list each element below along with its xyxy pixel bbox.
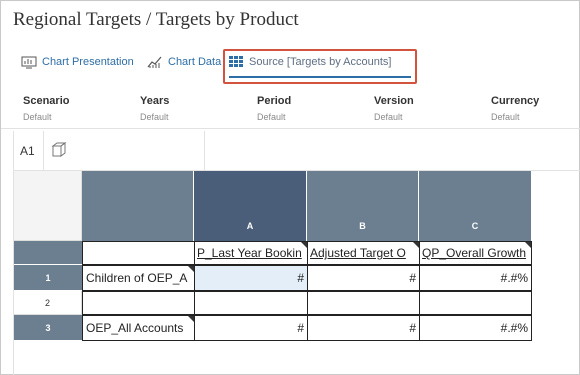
row-member-cell[interactable] — [82, 291, 195, 315]
data-cell-c2[interactable] — [419, 291, 532, 315]
pov-value: Default — [374, 112, 403, 122]
pov-period[interactable]: Period Default — [257, 95, 291, 122]
column-member-cell[interactable]: QP_Overall Growth — [419, 241, 532, 265]
pov-label: Scenario — [23, 95, 70, 107]
data-cell-c3[interactable]: #.#% — [419, 315, 532, 341]
data-cell-a3[interactable]: # — [194, 315, 308, 341]
selected-tab-indicator — [229, 76, 411, 78]
pov-label: Currency — [491, 95, 540, 107]
pov-value: Default — [23, 112, 52, 122]
page-title: Regional Targets / Targets by Product — [13, 9, 299, 30]
tab-source[interactable]: Source [Targets by Accounts] — [228, 47, 391, 77]
pov-label: Period — [257, 95, 292, 107]
window-frame: Regional Targets / Targets by Product Ch… — [0, 0, 580, 375]
pov-value: Default — [491, 112, 520, 122]
data-cell-c1[interactable]: #.#% — [419, 265, 532, 291]
divider — [43, 131, 44, 171]
row-header-1[interactable]: 1 — [14, 265, 82, 291]
pov-version[interactable]: Version Default — [374, 95, 414, 122]
header-cell-blank[interactable] — [82, 241, 195, 265]
row-header-3[interactable]: 3 — [14, 315, 82, 341]
row-member-cell[interactable]: OEP_All Accounts — [82, 315, 195, 341]
data-cell-b1[interactable]: # — [307, 265, 420, 291]
pov-scenario[interactable]: Scenario Default — [23, 95, 69, 122]
tab-chart-data[interactable]: Chart Data — [147, 47, 221, 77]
tab-label: Chart Data — [168, 56, 222, 68]
column-member-cell[interactable]: P_Last Year Bookin — [194, 241, 308, 265]
tab-chart-presentation[interactable]: Chart Presentation — [21, 47, 134, 77]
data-cell-a1[interactable]: # — [194, 265, 308, 291]
row-header-blank — [14, 241, 82, 265]
pov-currency[interactable]: Currency Default — [491, 95, 539, 122]
row-dimension-header — [82, 171, 194, 241]
pov-label: Version — [374, 95, 414, 107]
data-cell-a2[interactable] — [194, 291, 308, 315]
spreadsheet-grid: A B C P_Last Year Bookin Adjusted Target… — [13, 171, 580, 375]
pov-bar: Scenario Default Years Default Period De… — [1, 91, 580, 129]
pov-years[interactable]: Years Default — [140, 95, 169, 122]
pov-value: Default — [257, 112, 286, 122]
column-member-cell[interactable]: Adjusted Target O — [307, 241, 420, 265]
cube-icon[interactable] — [49, 140, 69, 160]
data-cell-b2[interactable] — [307, 291, 420, 315]
column-header-b[interactable]: B — [307, 171, 419, 241]
pov-value: Default — [140, 112, 169, 122]
column-header-c[interactable]: C — [419, 171, 532, 241]
chart-data-icon — [147, 55, 163, 69]
tab-label: Chart Presentation — [42, 56, 134, 68]
row-header-2[interactable]: 2 — [14, 291, 82, 315]
formula-bar: A1 — [13, 131, 580, 171]
cell-reference[interactable]: A1 — [20, 144, 35, 158]
data-cell-b3[interactable]: # — [307, 315, 420, 341]
chart-presentation-icon — [21, 55, 37, 69]
divider — [204, 131, 205, 171]
tab-label: Source [Targets by Accounts] — [249, 56, 392, 68]
row-member-cell[interactable]: Children of OEP_A — [82, 265, 195, 291]
grid-corner — [14, 171, 82, 241]
grid-icon — [228, 55, 244, 69]
pov-label: Years — [140, 95, 170, 107]
column-header-a[interactable]: A — [194, 171, 307, 241]
